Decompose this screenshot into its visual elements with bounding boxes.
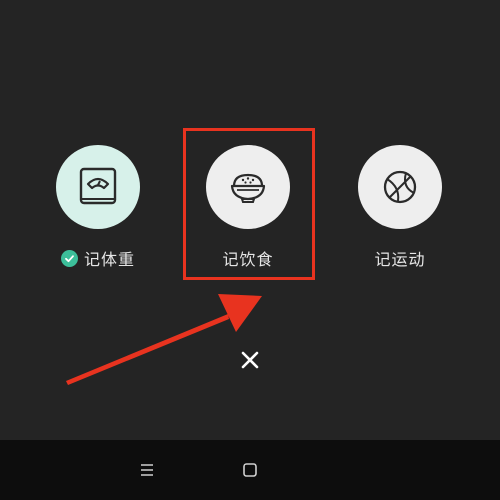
menu-button[interactable] — [135, 458, 159, 482]
quick-record-screen: 记体重 记饮食 记运动 — [0, 0, 500, 500]
record-exercise-label: 记运动 — [374, 250, 426, 269]
home-icon — [243, 463, 257, 477]
record-exercise-label-row: 记运动 — [340, 246, 460, 270]
annotation-highlight-box — [183, 128, 315, 280]
checked-icon — [60, 249, 78, 267]
exercise-icon-circle[interactable] — [358, 145, 442, 229]
close-button[interactable] — [235, 345, 265, 375]
record-weight-label: 记体重 — [83, 250, 135, 269]
menu-icon — [141, 464, 153, 476]
record-weight-label-row: 记体重 — [38, 246, 158, 270]
basketball-icon — [383, 170, 417, 204]
close-icon — [241, 351, 259, 369]
home-button[interactable] — [238, 458, 262, 482]
scale-icon — [79, 167, 117, 205]
system-navigation-bar — [0, 440, 500, 500]
weight-icon-circle[interactable] — [56, 145, 140, 229]
